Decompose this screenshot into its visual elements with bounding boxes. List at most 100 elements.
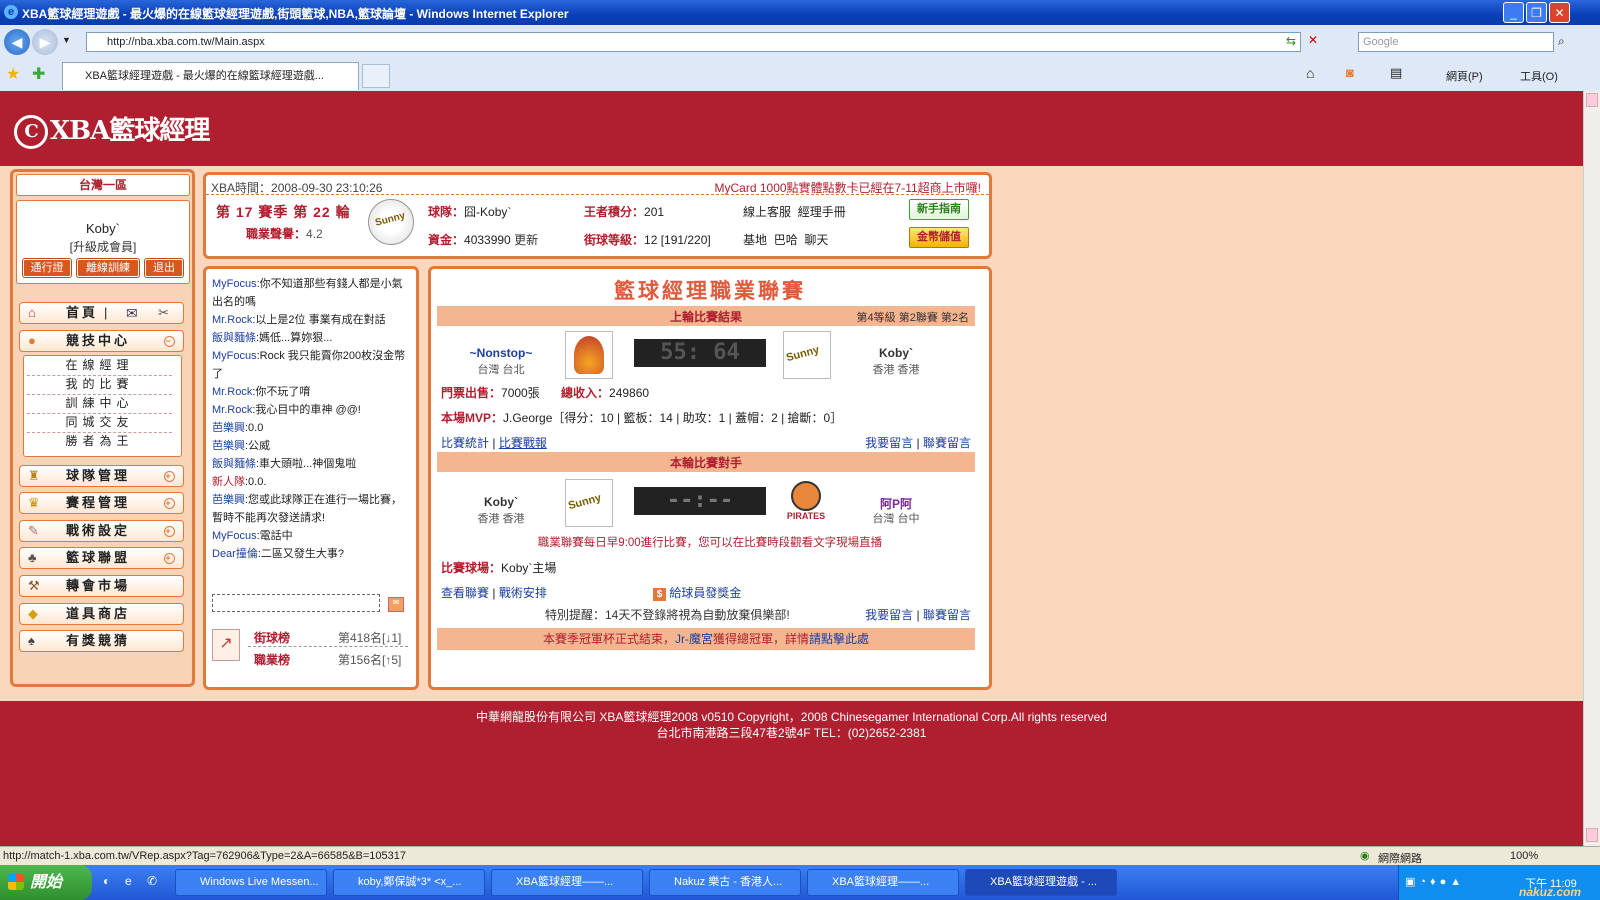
add-favorite-icon[interactable]: ✚ [32, 64, 45, 84]
print-icon[interactable]: ▤ [1390, 65, 1402, 81]
refresh-link[interactable]: 更新 [514, 233, 538, 247]
sub-friends[interactable]: 同城交友 [27, 413, 172, 433]
last-scoreboard[interactable]: 55: 64 [634, 339, 766, 367]
cup-winner-link[interactable]: Jr-魔宮 [675, 632, 713, 646]
tab-xba[interactable]: XBA籃球經理遊戲 - 最火爆的在線籃球經理遊戲... [62, 62, 359, 90]
chat-message: Mr.Rock:以上是2位 事業有成在對話 [212, 311, 410, 329]
chat-sender[interactable]: 芭樂興 [212, 422, 245, 434]
chat-sender[interactable]: 新人隊 [212, 476, 245, 488]
nav-transfer[interactable]: ⚒ 轉會市場 [19, 575, 184, 597]
back-button[interactable]: ◀ [4, 29, 30, 55]
chat-sender[interactable]: 芭樂興 [212, 494, 245, 506]
search-input[interactable]: Google [1358, 32, 1554, 52]
view-league-link[interactable]: 查看聯賽 [441, 586, 489, 600]
new-tab-button[interactable] [362, 64, 390, 88]
player-bonus-link[interactable]: 給球員發獎金 [669, 586, 741, 600]
task-nakuz[interactable]: Nakuz 樂古 - 香港人... [649, 869, 801, 896]
career-rank-label[interactable]: 職業榜 [254, 651, 290, 668]
minimize-button[interactable]: _ [1503, 2, 1524, 23]
nav-quiz[interactable]: ♠ 有獎競猜 [19, 630, 184, 652]
chat-sender[interactable]: Mr.Rock [212, 404, 252, 416]
task-chat[interactable]: koby,鄭保誠*3* <x_... [333, 869, 485, 896]
chat-sender[interactable]: MyFocus [212, 530, 257, 542]
go-refresh-icon[interactable]: ⇆ [1286, 34, 1302, 50]
tools-icon[interactable]: ✂ [158, 303, 172, 323]
sub-my-games[interactable]: 我的比賽 [27, 375, 172, 395]
maximize-button[interactable]: ❐ [1526, 2, 1547, 23]
nav-team-management[interactable]: ♜ 球隊管理 + [19, 465, 184, 487]
nav-shop[interactable]: ◆ 道具商店 [19, 603, 184, 625]
chat-sender[interactable]: Mr.Rock [212, 314, 252, 326]
base-link[interactable]: 基地 [743, 233, 767, 247]
chat-sender[interactable]: Mr.Rock [212, 386, 252, 398]
game-report-link[interactable]: 比賽戰報 [499, 436, 547, 450]
manager-manual-link[interactable]: 經理手冊 [798, 205, 846, 219]
address-input[interactable]: http://nba.xba.com.tw/Main.aspx [86, 32, 1301, 52]
cup-details-link[interactable]: 請點擊此處 [809, 632, 869, 646]
browser-quicklaunch-icon[interactable]: ✆ [147, 874, 157, 888]
feeds-icon[interactable]: ◙ [1346, 65, 1354, 80]
chat-sender[interactable]: MyFocus [212, 350, 257, 362]
tools-menu[interactable]: 工具(O) [1520, 68, 1558, 84]
nav-tactics[interactable]: ✎ 戰術設定 + [19, 520, 184, 542]
game-stats-link[interactable]: 比賽統計 [441, 436, 489, 450]
security-zone[interactable]: 網際網路 [1378, 850, 1422, 866]
chat-sender[interactable]: 芭樂興 [212, 440, 245, 452]
stop-icon[interactable]: ✕ [1308, 33, 1324, 49]
leave-message-link[interactable]: 我要留言 [865, 608, 913, 622]
close-button[interactable]: ✕ [1549, 2, 1570, 23]
newbie-guide-button[interactable]: 新手指南 [909, 199, 969, 220]
nav-league[interactable]: ♣ 籃球聯盟 + [19, 547, 184, 569]
task-xba-active[interactable]: XBA籃球經理遊戲 - ... [965, 869, 1117, 896]
chat-link[interactable]: 聊天 [804, 233, 828, 247]
logout-button[interactable]: 退出 [145, 259, 183, 277]
sub-online-managers[interactable]: 在線經理 [27, 356, 172, 376]
chat-sender[interactable]: Dear撞倫 [212, 548, 258, 560]
home-icon[interactable]: ⌂ [1306, 65, 1314, 81]
scroll-up-icon[interactable] [1586, 93, 1598, 107]
tray-icons[interactable]: ▣◔♦●▲ [1405, 875, 1465, 888]
sub-training[interactable]: 訓練中心 [27, 394, 172, 414]
search-icon[interactable]: ⌕ [1558, 34, 1565, 49]
last-home-team[interactable]: ~Nonstop~ [451, 346, 551, 360]
start-button[interactable]: 開始 [0, 865, 92, 900]
chat-sender[interactable]: 飯與麵條 [212, 332, 256, 344]
task-messenger[interactable]: Windows Live Messen... [175, 869, 327, 896]
site-logo[interactable]: C XBA籃球經理 [14, 110, 210, 149]
league-message-link[interactable]: 聯賽留言 [923, 608, 971, 622]
scroll-down-icon[interactable] [1586, 828, 1598, 842]
vertical-scrollbar[interactable] [1583, 91, 1600, 846]
mail-icon[interactable]: ✉ [126, 303, 141, 323]
away-team-logo-icon: Sunny [783, 331, 831, 379]
league-message-link[interactable]: 聯賽留言 [923, 436, 971, 450]
send-icon[interactable]: ✉ [388, 597, 404, 612]
nav-arena[interactable]: ● 競技中心 − [19, 330, 184, 352]
ie-quicklaunch-icon[interactable]: e [125, 874, 132, 888]
cup-note-b: 獲得總冠軍，詳情 [712, 632, 809, 646]
history-dropdown-icon[interactable]: ▼ [62, 35, 71, 45]
nav-home[interactable]: ⌂ 首頁 | ✉ ✂ [19, 302, 184, 324]
chat-sender[interactable]: MyFocus [212, 278, 257, 290]
last-away-team[interactable]: Koby` [841, 346, 951, 360]
forward-button[interactable]: ▶ [32, 29, 58, 55]
task-xba-2[interactable]: XBA籃球經理——... [807, 869, 959, 896]
next-home-team[interactable]: Koby` [451, 495, 551, 509]
upgrade-link[interactable]: [升級成會員] [17, 238, 189, 255]
chat-sender[interactable]: 飯與麵條 [212, 458, 256, 470]
favorites-star-icon[interactable]: ★ [6, 64, 20, 84]
customer-service-link[interactable]: 線上客服 [743, 205, 791, 219]
street-rank-label[interactable]: 街球榜 [254, 629, 290, 646]
quicklaunch-icon[interactable]: ◐ [103, 874, 110, 888]
leave-message-link[interactable]: 我要留言 [865, 436, 913, 450]
chat-input[interactable] [212, 594, 380, 612]
baha-link[interactable]: 巴哈 [774, 233, 798, 247]
zoom-level[interactable]: 100% [1510, 850, 1538, 862]
passport-button[interactable]: 通行證 [23, 259, 71, 277]
offline-training-button[interactable]: 離線訓練 [77, 259, 139, 277]
sub-winners[interactable]: 勝者為王 [27, 432, 172, 451]
tactics-link[interactable]: 戰術安排 [499, 586, 547, 600]
nav-schedule[interactable]: ♛ 賽程管理 + [19, 492, 184, 514]
coin-topup-button[interactable]: 金幣儲值 [909, 227, 969, 248]
page-menu[interactable]: 網頁(P) [1446, 68, 1483, 84]
task-xba-1[interactable]: XBA籃球經理——... [491, 869, 643, 896]
